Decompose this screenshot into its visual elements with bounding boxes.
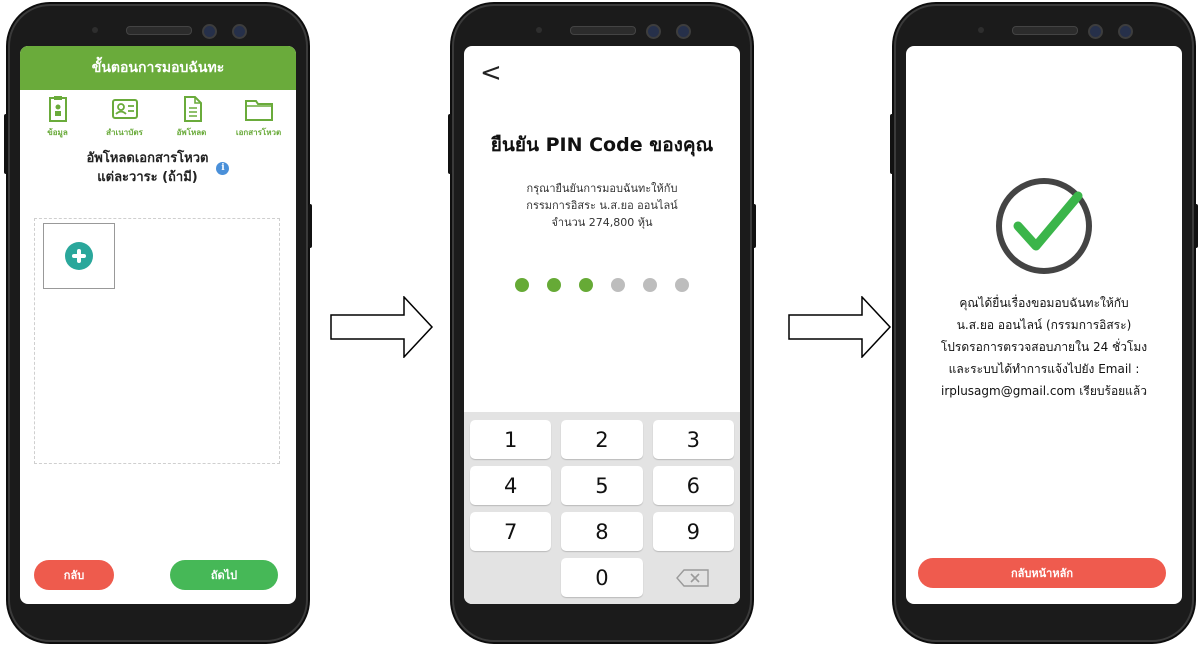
flow-arrow-icon xyxy=(788,296,892,358)
pin-description: กรุณายืนยันการมอบฉันทะให้กับ กรรมการอิสร… xyxy=(464,180,740,231)
screen: ขั้นตอนการมอบฉันทะ ข้อมูล สำเนาบัตร อัพโ… xyxy=(20,46,296,604)
description-line: กรุณายืนยันการมอบฉันทะให้กับ xyxy=(526,182,678,195)
sensor xyxy=(978,27,984,33)
phone-pin-step: < ยืนยัน PIN Code ของคุณ กรุณายืนยันการม… xyxy=(448,4,756,642)
phone-upload-step: ขั้นตอนการมอบฉันทะ ข้อมูล สำเนาบัตร อัพโ… xyxy=(4,4,312,642)
pin-dot-empty xyxy=(643,278,657,292)
sensor xyxy=(536,27,542,33)
page-title: ยืนยัน PIN Code ของคุณ xyxy=(490,134,714,156)
upload-drop-area xyxy=(34,218,280,464)
keypad-key-9[interactable]: 9 xyxy=(652,512,734,551)
document-icon xyxy=(183,96,202,122)
info-icon[interactable]: i xyxy=(216,161,230,175)
speaker xyxy=(1012,26,1078,35)
message-line: และระบบได้ทำการแจ้งไปยัง Email : xyxy=(948,362,1140,376)
pin-dot-empty xyxy=(675,278,689,292)
front-camera xyxy=(1088,24,1103,39)
plus-icon[interactable] xyxy=(65,242,93,270)
speaker xyxy=(126,26,192,35)
keypad-blank xyxy=(470,558,551,597)
backspace-icon xyxy=(676,568,710,587)
flow-arrow-icon xyxy=(330,296,434,358)
keypad-key-2[interactable]: 2 xyxy=(561,420,643,459)
step-info[interactable]: ข้อมูล xyxy=(28,94,88,139)
success-check-icon xyxy=(996,178,1092,274)
header-title: ขั้นตอนการมอบฉันทะ xyxy=(91,60,225,76)
pin-dot-empty xyxy=(611,278,625,292)
speaker xyxy=(570,26,636,35)
header-bar: ขั้นตอนการมอบฉันทะ xyxy=(20,46,296,90)
home-button[interactable]: กลับหน้าหลัก xyxy=(918,558,1166,588)
pin-indicator xyxy=(464,278,740,292)
front-camera xyxy=(646,24,661,39)
step-upload[interactable]: อัพโหลด xyxy=(162,94,222,139)
step-label: เอกสารโหวต xyxy=(235,128,282,137)
description-line: กรรมการอิสระ น.ส.ยอ ออนไลน์ xyxy=(526,199,678,212)
next-button[interactable]: ถัดไป xyxy=(170,560,278,590)
step-label: อัพโหลด xyxy=(176,128,207,137)
clipboard-icon xyxy=(48,96,67,122)
numeric-keypad: 123 456 7890 xyxy=(464,412,740,604)
keypad-key-5[interactable]: 5 xyxy=(561,466,643,505)
volume-button xyxy=(890,114,894,174)
back-button[interactable]: กลับ xyxy=(34,560,114,590)
volume-button xyxy=(4,114,8,174)
step-id-copy[interactable]: สำเนาบัตร xyxy=(95,94,155,139)
keypad-key-8[interactable]: 8 xyxy=(561,512,643,551)
id-card-icon xyxy=(111,99,138,119)
keypad-key-7[interactable]: 7 xyxy=(470,512,552,551)
step-label: สำเนาบัตร xyxy=(106,128,143,137)
pin-dot-filled xyxy=(547,278,561,292)
power-button xyxy=(1194,204,1198,248)
keypad-key-1[interactable]: 1 xyxy=(470,420,552,459)
upload-title-line: อัพโหลดเอกสารโหวต xyxy=(86,151,209,166)
keypad-key-6[interactable]: 6 xyxy=(652,466,734,505)
message-line: โปรดรอการตรวจสอบภายใน 24 ชั่วโมง xyxy=(940,340,1148,354)
backspace-key[interactable] xyxy=(653,558,734,597)
keypad-key-4[interactable]: 4 xyxy=(470,466,552,505)
front-camera xyxy=(202,24,217,39)
front-camera-2 xyxy=(1118,24,1133,39)
upload-title-line: แต่ละวาระ (ถ้ามี) xyxy=(97,170,198,185)
pin-dot-filled xyxy=(515,278,529,292)
screen: คุณได้ยื่นเรื่องขอมอบฉันทะให้กับ น.ส.ยอ … xyxy=(906,46,1182,604)
volume-button xyxy=(448,114,452,174)
keypad-key-0[interactable]: 0 xyxy=(561,558,643,597)
back-chevron-icon[interactable]: < xyxy=(480,60,502,86)
message-line: คุณได้ยื่นเรื่องขอมอบฉันทะให้กับ xyxy=(959,296,1129,310)
message-line: irplusagm@gmail.com เรียบร้อยแล้ว xyxy=(940,384,1148,398)
power-button xyxy=(308,204,312,248)
step-indicator: ข้อมูล สำเนาบัตร อัพโหลด เอกสารโหวต xyxy=(20,90,296,139)
sensor xyxy=(92,27,98,33)
add-file-tile[interactable] xyxy=(43,223,115,289)
upload-heading: อัพโหลดเอกสารโหวต แต่ละวาระ (ถ้ามี) i xyxy=(20,149,296,187)
power-button xyxy=(752,204,756,248)
folder-icon xyxy=(244,100,273,121)
message-line: น.ส.ยอ ออนไลน์ (กรรมการอิสระ) xyxy=(956,318,1132,332)
description-line: จำนวน 274,800 หุ้น xyxy=(551,216,653,229)
screen: < ยืนยัน PIN Code ของคุณ กรุณายืนยันการม… xyxy=(464,46,740,604)
front-camera-2 xyxy=(232,24,247,39)
front-camera-2 xyxy=(676,24,691,39)
phone-success-step: คุณได้ยื่นเรื่องขอมอบฉันทะให้กับ น.ส.ยอ … xyxy=(890,4,1198,642)
success-message: คุณได้ยื่นเรื่องขอมอบฉันทะให้กับ น.ส.ยอ … xyxy=(906,292,1182,402)
step-vote-docs[interactable]: เอกสารโหวต xyxy=(229,94,289,139)
pin-dot-filled xyxy=(579,278,593,292)
step-label: ข้อมูล xyxy=(47,128,68,137)
keypad-key-3[interactable]: 3 xyxy=(652,420,734,459)
